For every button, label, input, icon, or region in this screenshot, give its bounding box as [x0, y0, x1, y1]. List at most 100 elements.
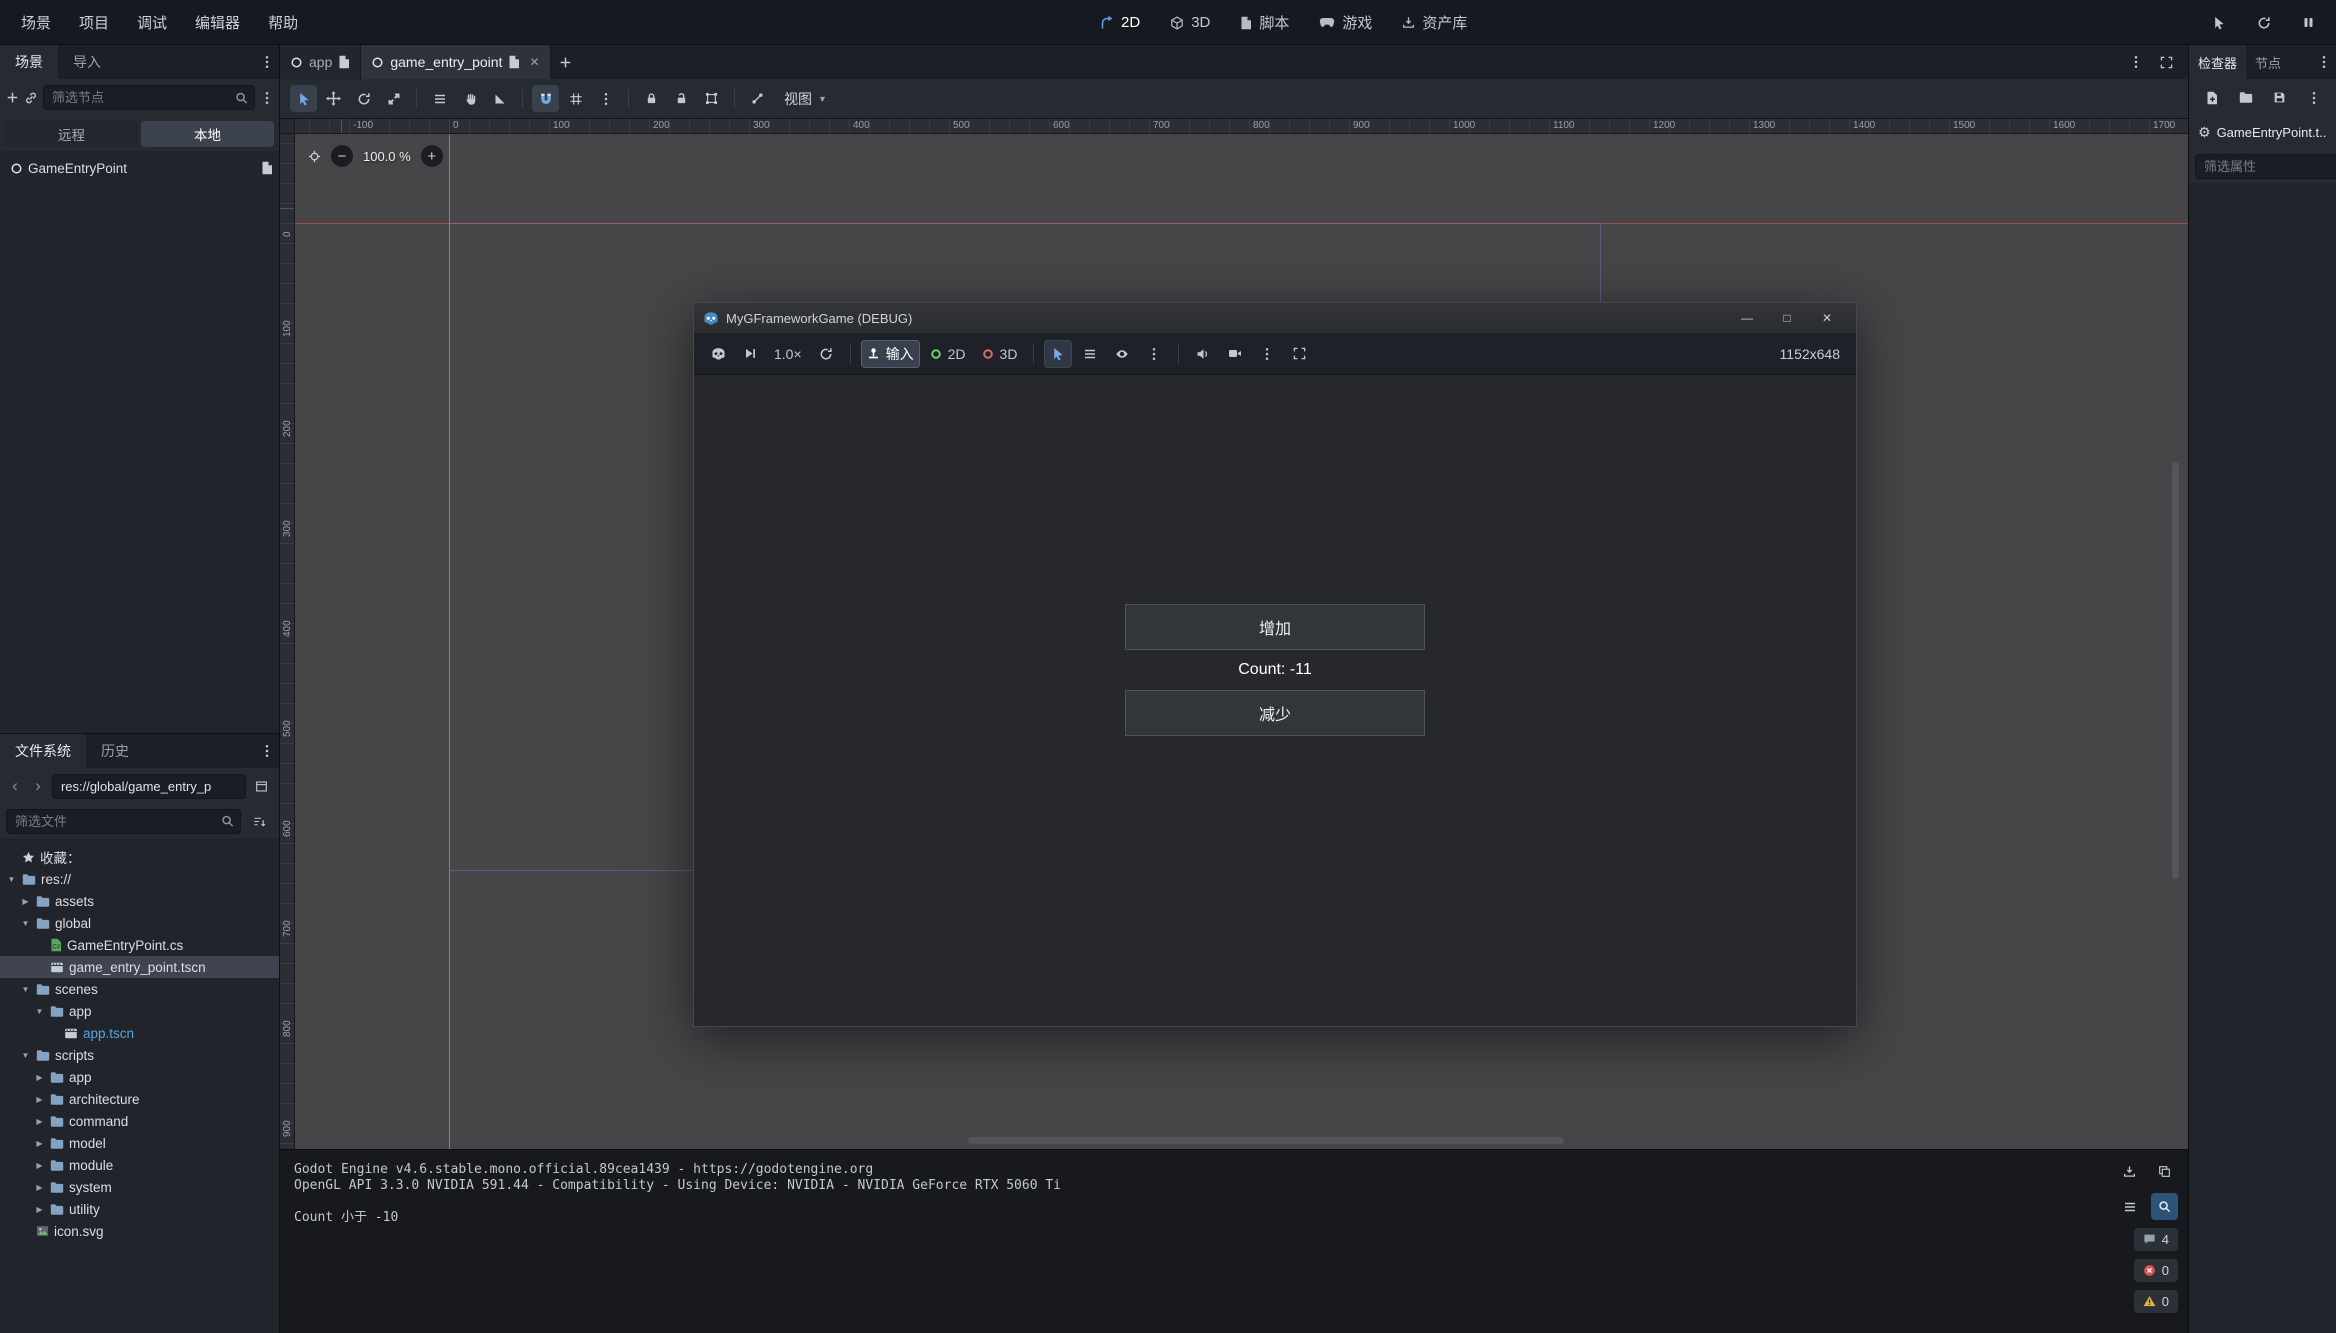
workspace-3d[interactable]: 3D [1170, 14, 1210, 31]
tree-down-icon[interactable]: ▼ [20, 1051, 31, 1060]
center-view-icon[interactable] [308, 150, 321, 163]
fs-item-model[interactable]: ▶model [0, 1132, 279, 1154]
vertical-scrollbar[interactable] [2172, 462, 2179, 879]
remote-button[interactable]: 远程 [5, 121, 138, 147]
toggle-split-mode-button[interactable] [251, 773, 273, 800]
fs-item-system[interactable]: ▶system [0, 1176, 279, 1198]
tab-inspector[interactable]: 检查器 [2189, 45, 2246, 79]
fs-item-app-tscn[interactable]: app.tscn [0, 1022, 279, 1044]
current-path-input[interactable] [52, 774, 246, 799]
local-button[interactable]: 本地 [141, 121, 274, 147]
pause-icon[interactable] [2295, 9, 2322, 36]
menu-editor[interactable]: 编辑器 [182, 6, 253, 39]
close-button[interactable]: ✕ [1807, 303, 1847, 333]
instance-scene-button[interactable] [24, 84, 38, 111]
inspector-menu-icon[interactable] [2301, 84, 2326, 111]
file-sort-button[interactable] [246, 808, 273, 835]
save-log-icon[interactable] [2116, 1158, 2143, 1185]
workspace-2d[interactable]: 2D [1100, 14, 1140, 31]
scene-tabs-menu-icon[interactable] [2122, 49, 2149, 76]
horizontal-scrollbar[interactable] [968, 1137, 1564, 1144]
filter-files-input[interactable] [6, 809, 241, 834]
fs-item-gameentrypoint-cs[interactable]: C#GameEntryPoint.cs [0, 934, 279, 956]
debug-menu-icon[interactable] [704, 340, 732, 368]
tab-filesystem[interactable]: 文件系统 [0, 734, 86, 768]
lock-button[interactable] [638, 85, 665, 112]
pan-tool[interactable] [456, 85, 483, 112]
group-button[interactable] [698, 85, 725, 112]
tree-right-icon[interactable]: ▶ [34, 1095, 45, 1104]
expand-viewport-icon[interactable] [2153, 49, 2180, 76]
camera-options-menu[interactable] [1253, 340, 1281, 368]
mode-2d-button[interactable]: 2D [924, 340, 972, 368]
zoom-out-button[interactable]: − [331, 145, 353, 167]
menu-scene[interactable]: 场景 [8, 6, 64, 39]
pointer-icon[interactable] [2205, 9, 2232, 36]
inspected-object-row[interactable]: ⚙ GameEntryPoint.t.. [2189, 116, 2336, 149]
scale-tool[interactable] [380, 85, 407, 112]
grid-snap-toggle[interactable] [562, 85, 589, 112]
add-node-button[interactable] [6, 84, 19, 111]
mute-audio-button[interactable] [1189, 340, 1217, 368]
tree-right-icon[interactable]: ▶ [34, 1073, 45, 1082]
tree-right-icon[interactable]: ▶ [34, 1183, 45, 1192]
visibility-button[interactable] [1108, 340, 1136, 368]
history-back-button[interactable]: ‹ [6, 774, 24, 798]
fs-item-item[interactable]: 收藏： [0, 846, 279, 868]
fs-item-res[interactable]: ▼res:// [0, 868, 279, 890]
tree-right-icon[interactable]: ▶ [20, 897, 31, 906]
tree-down-icon[interactable]: ▼ [34, 1007, 45, 1016]
menu-project[interactable]: 项目 [66, 6, 122, 39]
attached-script-icon[interactable] [261, 161, 273, 175]
save-resource-icon[interactable] [2267, 84, 2292, 111]
reset-icon[interactable] [812, 340, 840, 368]
list-select-tool[interactable] [426, 85, 453, 112]
filter-properties-input[interactable] [2195, 154, 2336, 179]
history-forward-button[interactable]: › [29, 774, 47, 798]
fs-item-global[interactable]: ▼global [0, 912, 279, 934]
camera-override-button[interactable] [1221, 340, 1249, 368]
smart-snap-toggle[interactable] [532, 85, 559, 112]
close-tab-icon[interactable]: ✕ [529, 55, 539, 69]
snap-options-menu[interactable] [592, 85, 619, 112]
skeleton-menu[interactable] [744, 85, 771, 112]
move-tool[interactable] [320, 85, 347, 112]
warnings-badge[interactable]: 0 [2134, 1290, 2178, 1313]
tree-right-icon[interactable]: ▶ [34, 1161, 45, 1170]
fs-item-icon-svg[interactable]: icon.svg [0, 1220, 279, 1242]
fs-item-command[interactable]: ▶command [0, 1110, 279, 1132]
tab-scene[interactable]: 场景 [0, 45, 58, 79]
tree-right-icon[interactable]: ▶ [34, 1139, 45, 1148]
fs-item-app[interactable]: ▶app [0, 1066, 279, 1088]
fs-item-scripts[interactable]: ▼scripts [0, 1044, 279, 1066]
errors-badge[interactable]: 0 [2134, 1259, 2178, 1282]
game-options-menu[interactable] [1140, 340, 1168, 368]
ruler-tool[interactable] [486, 85, 513, 112]
tree-down-icon[interactable]: ▼ [20, 985, 31, 994]
zoom-in-button[interactable]: + [421, 145, 443, 167]
scene-dock-menu-icon[interactable] [255, 49, 279, 76]
fullscreen-button[interactable] [1285, 340, 1313, 368]
new-scene-tab-button[interactable] [551, 49, 581, 76]
copy-log-icon[interactable] [2151, 1158, 2178, 1185]
filter-nodes-input[interactable] [43, 85, 255, 110]
tab-import[interactable]: 导入 [58, 45, 116, 79]
speed-button[interactable]: 1.0× [768, 340, 808, 368]
scene-tree-menu-button[interactable] [260, 84, 273, 111]
node-list-button[interactable] [1076, 340, 1104, 368]
scene-tab-app[interactable]: app [280, 45, 361, 79]
select-tool[interactable] [290, 85, 317, 112]
inspector-dock-menu-icon[interactable] [2312, 49, 2336, 76]
workspace-assetlib[interactable]: 资产库 [1402, 12, 1467, 33]
mode-3d-button[interactable]: 3D [976, 340, 1024, 368]
collapse-log-icon[interactable] [2116, 1193, 2143, 1220]
next-frame-icon[interactable] [736, 340, 764, 368]
scene-tab-game-entry-point[interactable]: game_entry_point✕ [361, 45, 550, 79]
fs-item-assets[interactable]: ▶assets [0, 890, 279, 912]
load-resource-icon[interactable] [2233, 84, 2258, 111]
rotate-tool[interactable] [350, 85, 377, 112]
fs-item-module[interactable]: ▶module [0, 1154, 279, 1176]
unlock-button[interactable] [668, 85, 695, 112]
game-window-titlebar[interactable]: MyGFrameworkGame (DEBUG) —□✕ [694, 303, 1856, 333]
messages-badge[interactable]: 4 [2134, 1228, 2178, 1251]
